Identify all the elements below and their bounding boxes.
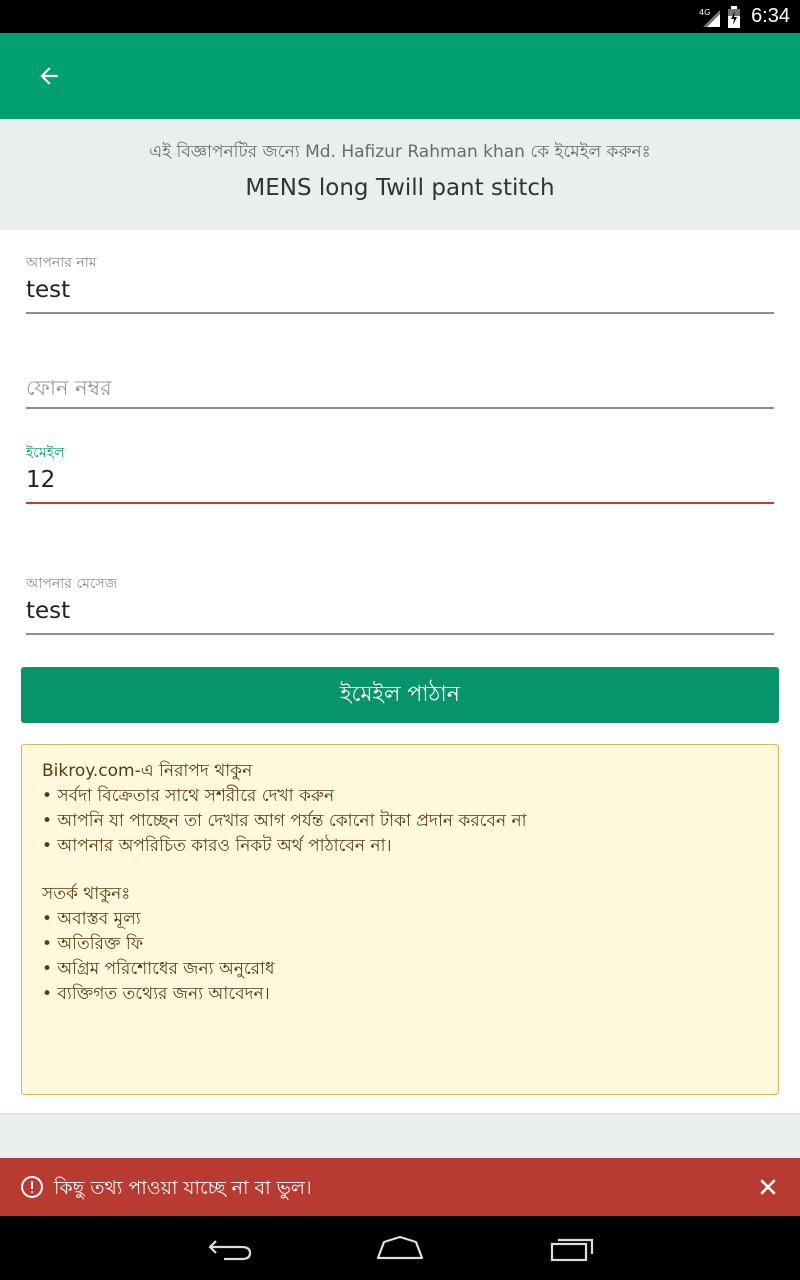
safety-tip: • সর্বদা বিক্রেতার সাথে সশরীরে দেখা করুন: [42, 786, 335, 806]
error-message: কিছু তথ্য পাওয়া যাচ্ছে না বা ভুল।: [54, 1177, 312, 1199]
safety-tip: • আপনার অপরিচিত কারও নিকট অর্থ পাঠাবেন ন…: [42, 836, 392, 856]
email-field-label: ইমেইল: [26, 445, 65, 461]
error-snackbar: কিছু তথ্য পাওয়া যাচ্ছে না বা ভুল।: [0, 1158, 800, 1216]
signal-icon: 4G: [699, 8, 721, 27]
warning-item: • অতিরিক্ত ফি: [42, 934, 144, 954]
name-input[interactable]: test: [26, 277, 70, 303]
status-time: 6:34: [751, 5, 790, 27]
warning-title: সতর্ক থাকুনঃ: [42, 884, 131, 904]
app-bar: [0, 33, 800, 119]
network-type-label: 4G: [699, 8, 710, 17]
nav-home-icon: [376, 1235, 424, 1260]
name-field[interactable]: আপনার নাম test: [26, 230, 774, 320]
phone-field[interactable]: ফোন নম্বর: [26, 325, 774, 415]
email-form: আপনার নাম test ফোন নম্বর ইমেইল 12 আপনার …: [0, 230, 800, 1115]
send-email-button[interactable]: ইমেইল পাঠান: [21, 667, 779, 723]
phone-input[interactable]: ফোন নম্বর: [26, 372, 112, 407]
nav-back-icon: [208, 1240, 252, 1261]
name-underline: [26, 312, 774, 314]
close-icon: [760, 1179, 776, 1195]
email-seller-subtitle: এই বিজ্ঞাপনটির জন্যে Md. Hafizur Rahman …: [149, 142, 651, 162]
status-icons: 4G 6:34: [699, 0, 790, 33]
name-field-label: আপনার নাম: [26, 255, 97, 271]
ad-header: এই বিজ্ঞাপনটির জন্যে Md. Hafizur Rahman …: [0, 119, 800, 230]
dismiss-error-button[interactable]: [754, 1173, 782, 1201]
warning-item: • ব্যক্তিগত তথ্যের জন্য আবেদন।: [42, 984, 270, 1004]
nav-recents-button[interactable]: [527, 1224, 617, 1272]
phone-underline: [26, 407, 774, 409]
message-input[interactable]: test: [26, 598, 70, 624]
system-nav-bar: [0, 1216, 800, 1280]
email-field[interactable]: ইমেইল 12: [26, 420, 774, 510]
safety-title: Bikroy.com-এ নিরাপদ থাকুন: [42, 761, 253, 781]
status-bar: 4G 6:34: [0, 0, 800, 33]
safety-tips-box: Bikroy.com-এ নিরাপদ থাকুন • সর্বদা বিক্র…: [21, 744, 779, 1095]
warning-item: • অগ্রিম পরিশোধের জন্য অনুরোধ: [42, 959, 275, 979]
message-underline: [26, 633, 774, 635]
nav-home-button[interactable]: [355, 1224, 445, 1272]
nav-recents-icon: [550, 1238, 594, 1262]
email-underline: [26, 502, 774, 504]
message-field[interactable]: আপনার মেসেজ test: [26, 551, 774, 641]
warning-item: • অবাস্তব মূল্য: [42, 909, 141, 929]
arrow-left-icon: [40, 67, 58, 85]
email-input[interactable]: 12: [26, 467, 55, 493]
nav-back-button[interactable]: [185, 1224, 275, 1272]
ad-title: MENS long Twill pant stitch: [245, 175, 555, 201]
battery-icon: [728, 5, 741, 28]
safety-spacer: [42, 859, 758, 882]
back-button[interactable]: [24, 51, 74, 101]
alert-circle-icon: [21, 1176, 43, 1198]
safety-tip: • আপনি যা পাচ্ছেন তা দেখার আগ পর্যন্ত কো…: [42, 811, 527, 831]
message-field-label: আপনার মেসেজ: [26, 576, 118, 592]
